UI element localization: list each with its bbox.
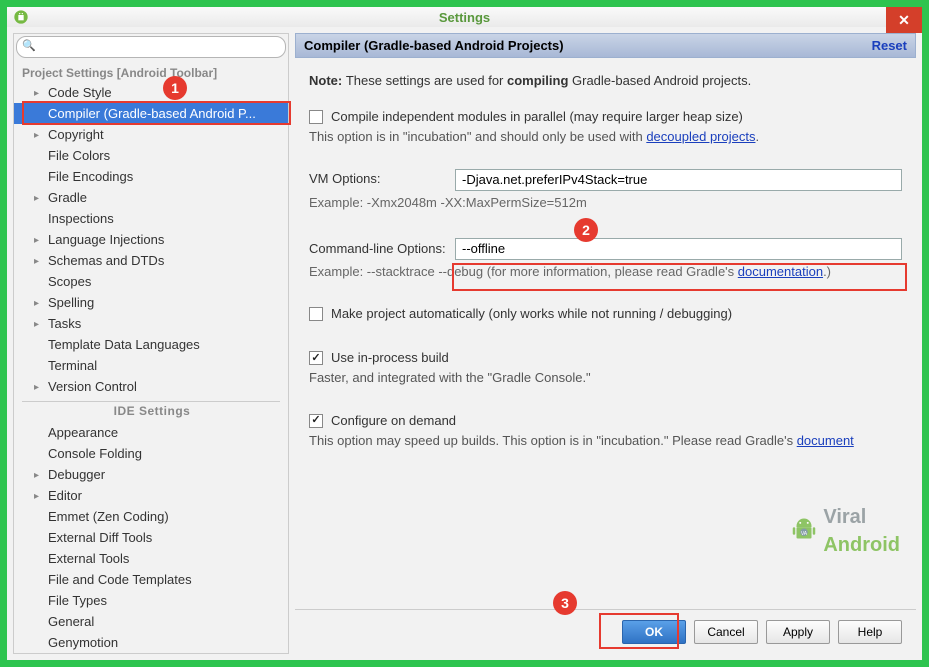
- vm-row: VM Options:: [309, 169, 902, 191]
- cmd-options-input[interactable]: [455, 238, 902, 260]
- android-icon: [13, 9, 29, 25]
- settings-tree[interactable]: Project Settings [Android Toolbar] Code …: [14, 60, 288, 653]
- tree-item[interactable]: Genymotion: [14, 632, 288, 653]
- cmd-label: Command-line Options:: [309, 240, 449, 258]
- parallel-checkbox[interactable]: [309, 110, 323, 124]
- ondemand-checkbox[interactable]: [309, 414, 323, 428]
- tree-item[interactable]: Console Folding: [14, 443, 288, 464]
- tree-item[interactable]: Version Control: [14, 376, 288, 397]
- parallel-note: This option is in "incubation" and shoul…: [309, 128, 902, 146]
- titlebar: Settings ✕: [7, 7, 922, 27]
- tree-item[interactable]: Code Style: [14, 82, 288, 103]
- inproc-label: Use in-process build: [331, 349, 449, 367]
- tree-item[interactable]: Appearance: [14, 422, 288, 443]
- tree-item[interactable]: Inspections: [14, 208, 288, 229]
- close-button[interactable]: ✕: [886, 7, 922, 33]
- parallel-label: Compile independent modules in parallel …: [331, 108, 743, 126]
- android-logo-icon: VA: [789, 516, 819, 546]
- tree-item[interactable]: General: [14, 611, 288, 632]
- ok-button[interactable]: OK: [622, 620, 686, 644]
- gradle-doc2-link[interactable]: document: [797, 433, 854, 448]
- auto-checkbox[interactable]: [309, 307, 323, 321]
- apply-button[interactable]: Apply: [766, 620, 830, 644]
- inproc-row: Use in-process build: [309, 349, 902, 367]
- cmd-example: Example: --stacktrace --debug (for more …: [309, 263, 902, 281]
- tree-item[interactable]: Debugger: [14, 464, 288, 485]
- svg-text:VA: VA: [801, 531, 808, 537]
- help-button[interactable]: Help: [838, 620, 902, 644]
- tree-item[interactable]: Schemas and DTDs: [14, 250, 288, 271]
- tree-item[interactable]: Editor: [14, 485, 288, 506]
- auto-label: Make project automatically (only works w…: [331, 305, 732, 323]
- gradle-doc-link[interactable]: documentation: [738, 264, 823, 279]
- main-title: Compiler (Gradle-based Android Projects): [304, 38, 564, 53]
- auto-row: Make project automatically (only works w…: [309, 305, 902, 323]
- main-header: Compiler (Gradle-based Android Projects)…: [295, 33, 916, 58]
- section-ide-label: IDE Settings: [22, 401, 280, 420]
- watermark: VA ViralAndroid: [789, 503, 900, 559]
- tree-item[interactable]: External Diff Tools: [14, 527, 288, 548]
- tree-item[interactable]: External Tools: [14, 548, 288, 569]
- tree-item[interactable]: Template Data Languages: [14, 334, 288, 355]
- tree-item[interactable]: File and Code Templates: [14, 569, 288, 590]
- parallel-row: Compile independent modules in parallel …: [309, 108, 902, 126]
- section-project-label: Project Settings [Android Toolbar]: [14, 62, 288, 82]
- cancel-button[interactable]: Cancel: [694, 620, 758, 644]
- tree-item[interactable]: Scopes: [14, 271, 288, 292]
- tree-item[interactable]: Copyright: [14, 124, 288, 145]
- tree-item[interactable]: File Colors: [14, 145, 288, 166]
- tree-item[interactable]: Emmet (Zen Coding): [14, 506, 288, 527]
- callout-3: 3: [553, 591, 577, 615]
- vm-label: VM Options:: [309, 170, 449, 188]
- main-panel: Compiler (Gradle-based Android Projects)…: [295, 33, 916, 654]
- note-line: Note: These settings are used for compil…: [309, 72, 902, 90]
- reset-link[interactable]: Reset: [872, 38, 907, 53]
- vm-options-input[interactable]: [455, 169, 902, 191]
- tree-item[interactable]: Tasks: [14, 313, 288, 334]
- callout-1: 1: [163, 76, 187, 100]
- tree-item[interactable]: Gradle: [14, 187, 288, 208]
- ondemand-label: Configure on demand: [331, 412, 456, 430]
- ondemand-row: Configure on demand: [309, 412, 902, 430]
- sidebar: 🔍 Project Settings [Android Toolbar] Cod…: [13, 33, 289, 654]
- inproc-note: Faster, and integrated with the "Gradle …: [309, 369, 902, 387]
- tree-item[interactable]: File Types: [14, 590, 288, 611]
- dialog-footer: OK Cancel Apply Help: [295, 609, 916, 654]
- search-wrap: 🔍: [14, 34, 288, 60]
- cmd-row: Command-line Options:: [309, 238, 902, 260]
- callout-2: 2: [574, 218, 598, 242]
- search-icon: 🔍: [22, 39, 36, 52]
- tree-item[interactable]: Compiler (Gradle-based Android P...: [14, 103, 288, 124]
- window-title: Settings: [439, 10, 490, 25]
- vm-example: Example: -Xmx2048m -XX:MaxPermSize=512m: [309, 194, 902, 212]
- tree-item[interactable]: Terminal: [14, 355, 288, 376]
- tree-item[interactable]: File Encodings: [14, 166, 288, 187]
- ondemand-note: This option may speed up builds. This op…: [309, 432, 902, 450]
- tree-item[interactable]: Spelling: [14, 292, 288, 313]
- main-content: Note: These settings are used for compil…: [295, 58, 916, 609]
- search-input[interactable]: [16, 36, 286, 58]
- decoupled-link[interactable]: decoupled projects: [646, 129, 755, 144]
- tree-item[interactable]: Language Injections: [14, 229, 288, 250]
- inproc-checkbox[interactable]: [309, 351, 323, 365]
